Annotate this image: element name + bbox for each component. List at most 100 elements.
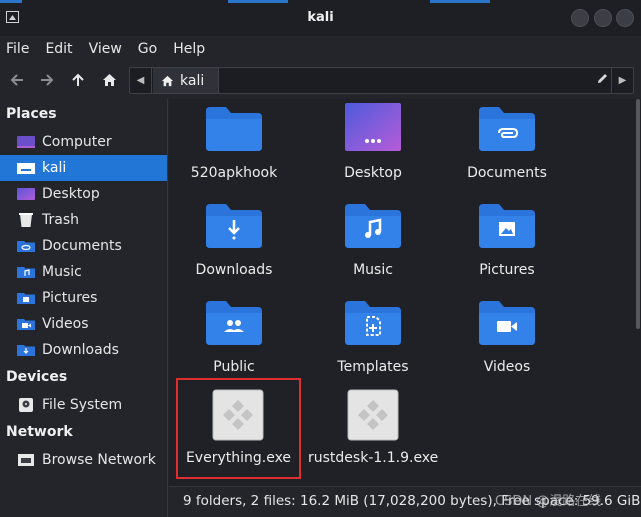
minimize-button[interactable] — [571, 9, 589, 27]
status-bar: 9 folders, 2 files: 16.2 MiB (17,028,200… — [169, 486, 641, 517]
file-item-public[interactable]: Public — [169, 297, 299, 392]
sidebar-item-label: Desktop — [42, 186, 100, 202]
menu-view[interactable]: View — [89, 41, 122, 57]
network-icon — [18, 454, 34, 466]
file-label: Templates — [337, 359, 409, 375]
menu-go[interactable]: Go — [138, 41, 157, 57]
pictures-folder-icon — [479, 204, 535, 248]
edit-path-button[interactable] — [596, 72, 609, 89]
sidebar-item-videos[interactable]: Videos — [0, 311, 167, 337]
file-label: Downloads — [195, 262, 273, 278]
arrow-up-icon — [72, 73, 84, 86]
close-button[interactable] — [616, 9, 634, 27]
up-button[interactable] — [68, 70, 88, 90]
sidebar-item-label: Computer — [42, 134, 112, 150]
sidebar-item-label: kali — [42, 160, 67, 176]
pictures-icon — [17, 293, 35, 304]
toolbar: ◀ kali ▶ — [0, 62, 641, 98]
file-item-downloads[interactable]: Downloads — [169, 200, 299, 295]
file-label: Desktop — [344, 165, 402, 181]
music-folder-icon — [345, 204, 401, 248]
sidebar-item-label: Downloads — [42, 342, 119, 358]
menu-file[interactable]: File — [6, 41, 29, 57]
templates-folder-icon — [345, 301, 401, 345]
maximize-button[interactable] — [594, 9, 612, 27]
places-heading: Places — [6, 106, 57, 122]
title-accent — [228, 0, 288, 3]
sidebar-item-label: Documents — [42, 238, 122, 254]
watermark: CSDN @漫路在线 — [495, 494, 602, 509]
title-bar: kali — [0, 0, 641, 36]
file-item-desktop[interactable]: Desktop — [308, 103, 438, 198]
sidebar-item-kali[interactable]: kali — [0, 155, 167, 181]
sidebar-item-file-system[interactable]: File System — [0, 392, 167, 418]
sidebar-item-label: File System — [42, 397, 123, 413]
executable-icon — [212, 389, 264, 441]
file-item-templates[interactable]: Templates — [308, 297, 438, 392]
breadcrumb-kali[interactable]: kali — [153, 68, 219, 93]
executable-icon — [347, 389, 399, 441]
forward-button[interactable] — [37, 70, 57, 90]
sidebar-item-computer[interactable]: Computer — [0, 129, 167, 155]
scrollbar[interactable] — [636, 99, 640, 329]
menu-edit[interactable]: Edit — [45, 41, 72, 57]
trash-icon — [19, 213, 33, 227]
home-icon — [102, 74, 116, 86]
file-label: Videos — [483, 359, 531, 375]
documents-icon — [17, 241, 35, 252]
sidebar-item-label: Trash — [42, 212, 79, 228]
file-item-music[interactable]: Music — [308, 200, 438, 295]
file-label: Pictures — [479, 262, 535, 278]
sidebar-item-label: Pictures — [42, 290, 98, 306]
file-label: Music — [353, 262, 393, 278]
sidebar-item-music[interactable]: Music — [0, 259, 167, 285]
file-item-everything-exe[interactable]: Everything.exe — [176, 378, 301, 479]
file-item-rustdesk-exe[interactable]: rustdesk-1.1.9.exe — [308, 388, 438, 483]
file-label: Documents — [467, 165, 547, 181]
file-label: 520apkhook — [190, 165, 278, 181]
network-heading: Network — [6, 424, 73, 440]
desktop-icon — [17, 188, 35, 200]
back-button[interactable] — [7, 70, 27, 90]
sidebar-item-browse-network[interactable]: Browse Network — [0, 447, 167, 473]
computer-icon — [17, 136, 35, 148]
sidebar-item-documents[interactable]: Documents — [0, 233, 167, 259]
documents-folder-icon — [479, 107, 535, 151]
file-item-documents[interactable]: Documents — [442, 103, 572, 198]
sidebar-item-trash[interactable]: Trash — [0, 207, 167, 233]
file-item-videos[interactable]: Videos — [442, 297, 572, 392]
path-scroll-right-button[interactable]: ▶ — [611, 68, 633, 93]
path-bar: ◀ kali ▶ — [129, 67, 634, 94]
file-item-pictures[interactable]: Pictures — [442, 200, 572, 295]
window-title: kali — [307, 10, 334, 25]
menu-help[interactable]: Help — [173, 41, 205, 57]
sidebar-item-downloads[interactable]: Downloads — [0, 337, 167, 363]
file-item-520apkhook[interactable]: 520apkhook — [169, 103, 299, 198]
pencil-icon — [598, 74, 607, 83]
devices-heading: Devices — [6, 369, 68, 385]
videos-icon — [17, 319, 35, 330]
arrow-right-icon — [41, 74, 54, 86]
sidebar-item-desktop[interactable]: Desktop — [0, 181, 167, 207]
home-folder-icon — [17, 163, 35, 174]
sidebar-item-label: Videos — [42, 316, 89, 332]
file-label: rustdesk-1.1.9.exe — [308, 450, 439, 466]
sidebar-item-pictures[interactable]: Pictures — [0, 285, 167, 311]
path-scroll-left-button[interactable]: ◀ — [130, 68, 152, 93]
sidebar-item-label: Browse Network — [42, 452, 156, 468]
file-view: 520apkhook Desktop Documents Downloads M… — [169, 99, 641, 486]
videos-folder-icon — [479, 301, 535, 345]
breadcrumb-label: kali — [180, 72, 205, 89]
folder-icon — [206, 107, 262, 151]
desktop-folder-icon — [345, 103, 401, 151]
arrow-left-icon — [10, 74, 23, 86]
home-button[interactable] — [99, 70, 119, 90]
file-label: Public — [213, 359, 255, 375]
music-icon — [17, 267, 35, 278]
drive-icon — [19, 398, 33, 412]
title-accent — [430, 0, 490, 3]
sidebar-footer — [0, 491, 168, 517]
title-accent — [0, 0, 22, 3]
home-icon — [161, 75, 174, 86]
menu-bar: File Edit View Go Help — [0, 36, 641, 62]
